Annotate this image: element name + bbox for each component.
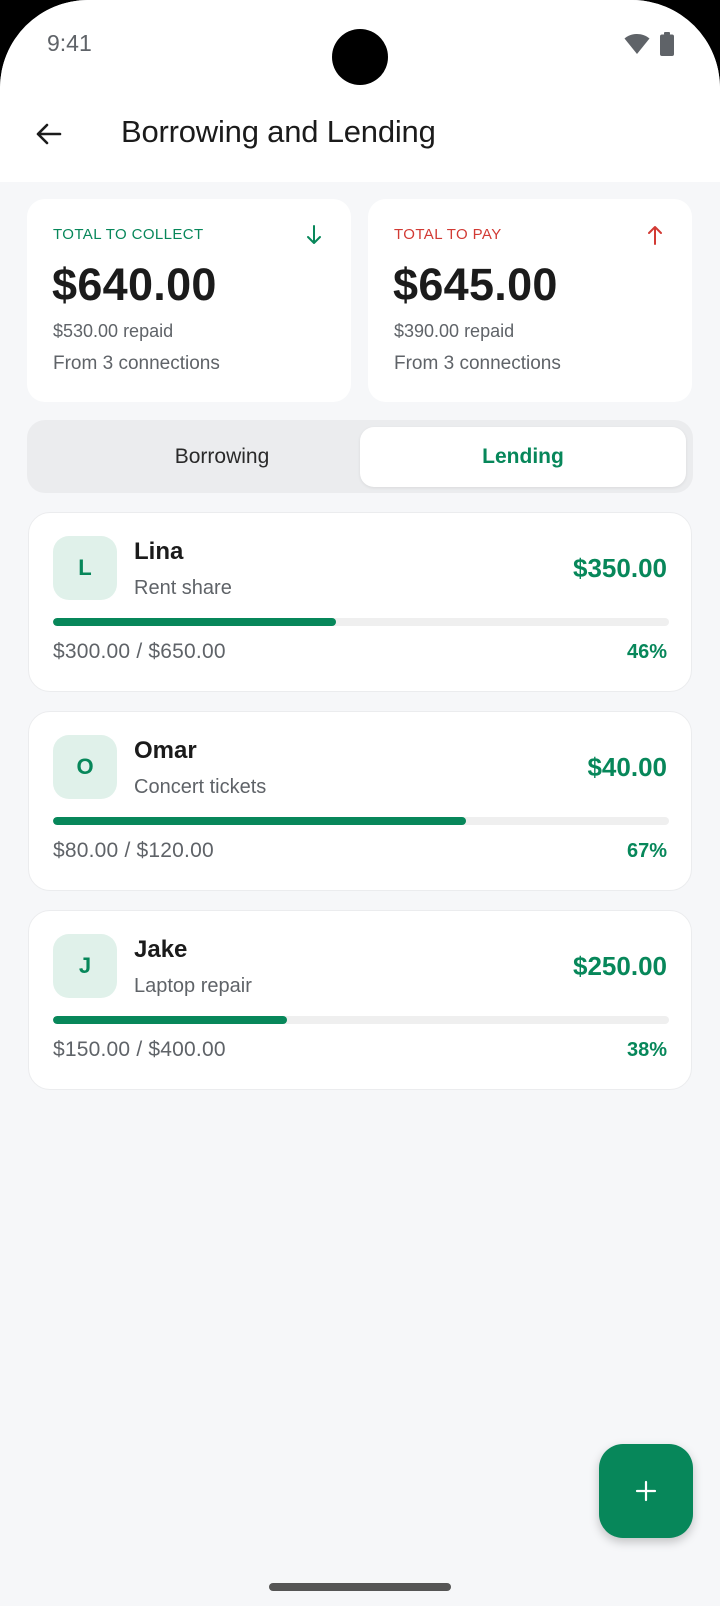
- progress-fill: [53, 1016, 288, 1024]
- loan-description: Rent share: [134, 577, 232, 599]
- arrow-left-icon: [36, 123, 62, 145]
- loan-amount: $350.00: [573, 553, 667, 583]
- progress-bar: [53, 817, 669, 825]
- total-to-pay-repaid: $390.00 repaid: [394, 321, 515, 341]
- status-time: 9:41: [47, 30, 92, 56]
- total-to-pay-amount: $645.00: [393, 259, 558, 310]
- total-to-collect-label: TOTAL TO COLLECT: [53, 226, 204, 243]
- progress-bar: [53, 1016, 669, 1024]
- progress-fill: [53, 817, 466, 825]
- loan-progress-text: $80.00 / $120.00: [53, 839, 214, 862]
- battery-icon: [660, 32, 674, 56]
- loan-percent: 46%: [626, 641, 667, 663]
- loan-name: Omar: [134, 737, 197, 764]
- total-to-pay-label: TOTAL TO PAY: [394, 226, 502, 243]
- loan-amount: $40.00: [587, 752, 667, 782]
- loan-percent: 67%: [626, 840, 667, 862]
- total-to-collect-card: TOTAL TO COLLECT $640.00 $530.00 repaid …: [27, 199, 351, 402]
- avatar: J: [53, 934, 117, 998]
- total-to-pay-connections: From 3 connections: [394, 353, 561, 374]
- loan-name: Lina: [134, 538, 184, 565]
- status-bar: 9:41: [0, 0, 720, 96]
- tab-lending[interactable]: Lending: [360, 427, 686, 487]
- arrow-up-icon: [648, 226, 662, 245]
- page-title: Borrowing and Lending: [121, 114, 436, 149]
- total-to-collect-repaid: $530.00 repaid: [53, 321, 174, 341]
- app-bar: Borrowing and Lending: [0, 96, 720, 182]
- loan-card[interactable]: L Lina Rent share $350.00 $300.00 / $650…: [28, 512, 692, 692]
- loan-description: Laptop repair: [134, 975, 252, 997]
- total-to-pay-card: TOTAL TO PAY $645.00 $390.00 repaid From…: [368, 199, 692, 402]
- loan-card[interactable]: J Jake Laptop repair $250.00 $150.00 / $…: [28, 910, 692, 1090]
- home-indicator[interactable]: [269, 1583, 451, 1591]
- phone-screen: 9:41 Borrowing and Lending TOTAL TO COLL…: [0, 0, 720, 1606]
- loan-card[interactable]: O Omar Concert tickets $40.00 $80.00 / $…: [28, 711, 692, 891]
- loan-name: Jake: [134, 936, 188, 963]
- arrow-down-icon: [307, 225, 321, 244]
- loan-progress-text: $300.00 / $650.00: [53, 640, 226, 663]
- loan-amount: $250.00: [573, 951, 667, 981]
- loan-percent: 38%: [626, 1039, 667, 1061]
- wifi-icon: [624, 34, 650, 54]
- loan-progress-text: $150.00 / $400.00: [53, 1038, 226, 1061]
- status-icons: [624, 32, 674, 56]
- camera-cutout: [332, 29, 388, 85]
- total-to-collect-connections: From 3 connections: [53, 353, 220, 374]
- avatar: L: [53, 536, 117, 600]
- plus-icon: [635, 1480, 657, 1502]
- progress-fill: [53, 618, 337, 626]
- avatar: O: [53, 735, 117, 799]
- loan-description: Concert tickets: [134, 776, 267, 798]
- borrow-lend-toggle: Borrowing Lending: [27, 420, 693, 493]
- add-loan-button[interactable]: [599, 1444, 693, 1538]
- back-button[interactable]: [28, 114, 68, 154]
- progress-bar: [53, 618, 669, 626]
- tab-borrowing[interactable]: Borrowing: [61, 427, 383, 487]
- total-to-collect-amount: $640.00: [52, 259, 217, 310]
